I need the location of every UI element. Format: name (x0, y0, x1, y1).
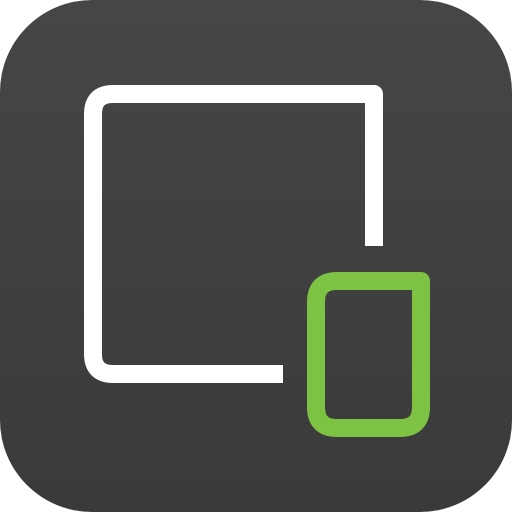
app-icon[interactable] (0, 0, 512, 512)
icon-background (0, 0, 512, 512)
window-with-phone-icon (0, 0, 512, 512)
